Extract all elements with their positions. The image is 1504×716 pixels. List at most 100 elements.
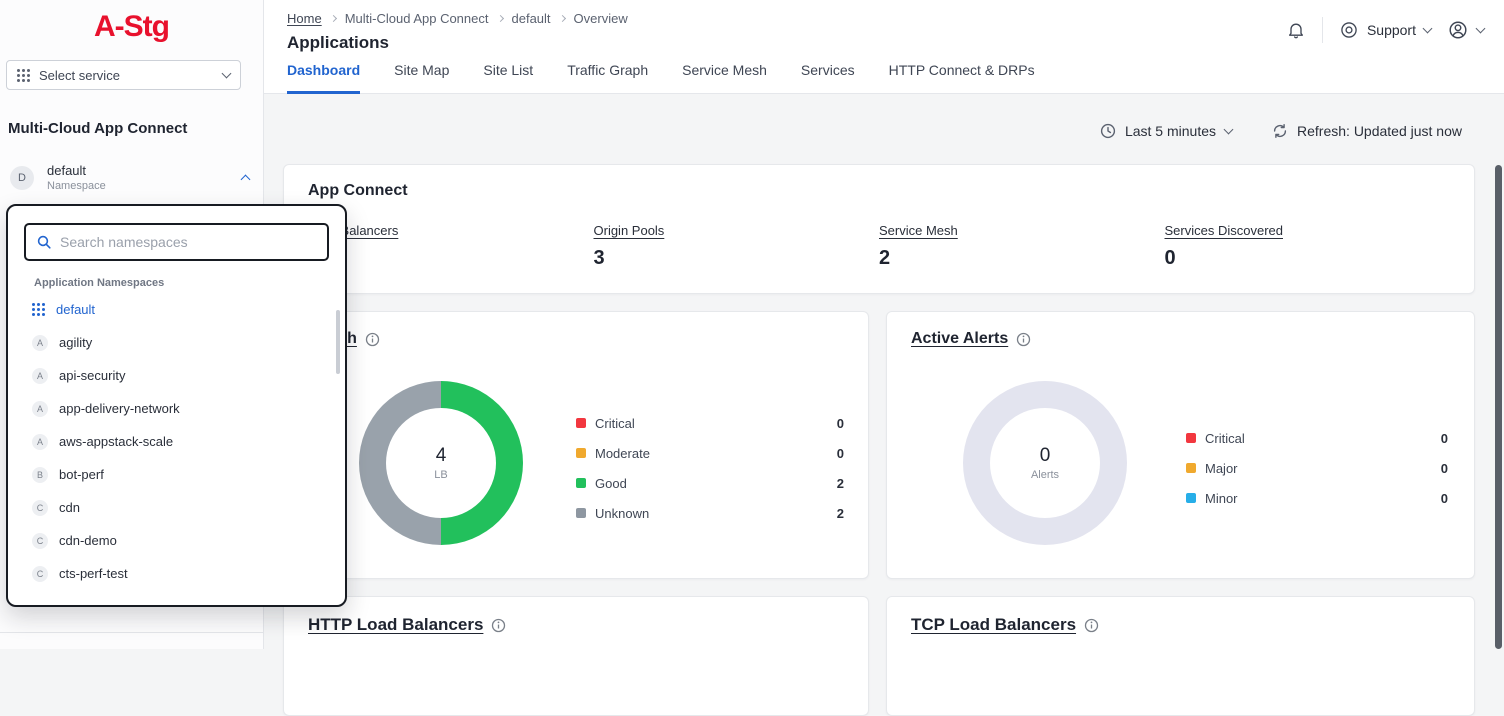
tab-service-mesh[interactable]: Service Mesh xyxy=(682,62,767,94)
breadcrumb-separator-icon xyxy=(496,14,503,21)
chevron-down-icon xyxy=(1476,24,1486,34)
namespace-item-aws-appstack-scale[interactable]: A aws-appstack-scale xyxy=(8,425,345,458)
alerts-legend: Critical 0 Major 0 Minor 0 xyxy=(1186,423,1448,513)
namespace-search-input[interactable] xyxy=(60,234,317,250)
service-selector[interactable]: Select service xyxy=(6,60,241,90)
namespace-item-label: agility xyxy=(59,335,92,350)
chevron-down-icon xyxy=(1224,125,1234,135)
info-icon[interactable] xyxy=(1084,618,1099,633)
health-card: Health 4 LB Critica xyxy=(283,311,869,579)
metric-services-discovered-value: 0 xyxy=(1165,247,1451,270)
major-swatch-icon xyxy=(1186,463,1196,473)
refresh-control[interactable]: Refresh: Updated just now xyxy=(1272,123,1462,139)
namespace-item-avatar: A xyxy=(32,335,48,351)
legend-label: Critical xyxy=(1205,431,1245,446)
time-range-label: Last 5 minutes xyxy=(1125,123,1216,139)
metric-service-mesh-link[interactable]: Service Mesh xyxy=(879,223,958,238)
namespace-search[interactable] xyxy=(24,223,329,261)
http-load-balancers-title[interactable]: HTTP Load Balancers xyxy=(308,615,483,635)
namespace-item-label: cts-perf-test xyxy=(59,566,128,581)
tab-site-map[interactable]: Site Map xyxy=(394,62,449,94)
page-scrollbar[interactable] xyxy=(1495,165,1502,649)
topbar: Home Multi-Cloud App Connect default Ove… xyxy=(264,0,1504,62)
namespace-item-cdn[interactable]: C cdn xyxy=(8,491,345,524)
health-legend: Critical 0 Moderate 0 Good 2 xyxy=(576,408,844,528)
namespace-item-label: api-security xyxy=(59,368,125,383)
breadcrumb-service[interactable]: Multi-Cloud App Connect xyxy=(345,11,489,26)
namespace-item-label: aws-appstack-scale xyxy=(59,434,173,449)
breadcrumb-overview: Overview xyxy=(574,11,628,26)
search-icon xyxy=(36,234,52,250)
health-card-head: Health xyxy=(308,330,844,348)
time-range-selector[interactable]: Last 5 minutes xyxy=(1100,123,1232,139)
topbar-divider xyxy=(1322,17,1323,43)
summary-metrics: Load Balancers 4 Origin Pools 3 Service … xyxy=(308,222,1450,270)
tcp-load-balancers-title[interactable]: TCP Load Balancers xyxy=(911,615,1076,635)
tab-http-connect-drps[interactable]: HTTP Connect & DRPs xyxy=(889,62,1035,94)
legend-value: 2 xyxy=(837,506,844,521)
tcp-load-balancers-card: TCP Load Balancers xyxy=(886,596,1475,716)
account-icon xyxy=(1447,19,1469,41)
namespace-item-bot-perf[interactable]: B bot-perf xyxy=(8,458,345,491)
tab-site-list[interactable]: Site List xyxy=(483,62,533,94)
alerts-donut-value: 0 xyxy=(1040,445,1051,467)
account-menu[interactable] xyxy=(1447,19,1484,41)
alerts-card-head: Active Alerts xyxy=(911,330,1450,348)
metric-origin-pools: Origin Pools 3 xyxy=(594,222,880,270)
tab-services[interactable]: Services xyxy=(801,62,855,94)
bell-icon[interactable] xyxy=(1286,20,1306,40)
support-label: Support xyxy=(1367,22,1416,38)
critical-swatch-icon xyxy=(576,418,586,428)
namespace-item-cdn-demo[interactable]: C cdn-demo xyxy=(8,524,345,557)
namespace-item-avatar: C xyxy=(32,566,48,582)
chevron-down-icon xyxy=(222,69,232,79)
support-menu[interactable]: Support xyxy=(1339,20,1431,40)
alerts-donut-label: Alerts xyxy=(1031,469,1059,481)
legend-value: 0 xyxy=(1441,461,1448,476)
namespace-item-agility[interactable]: A agility xyxy=(8,326,345,359)
metric-services-discovered-link[interactable]: Services Discovered xyxy=(1165,223,1284,238)
info-icon[interactable] xyxy=(365,332,380,347)
dropdown-scrollbar[interactable] xyxy=(336,310,340,374)
product-title: Multi-Cloud App Connect xyxy=(8,120,255,137)
summary-card-title: App Connect xyxy=(308,182,1450,200)
metric-origin-pools-link[interactable]: Origin Pools xyxy=(594,223,665,238)
health-donut-label: LB xyxy=(434,469,447,481)
health-donut-center: 4 LB xyxy=(359,381,523,545)
namespace-item-label: bot-perf xyxy=(59,467,104,482)
tab-traffic-graph[interactable]: Traffic Graph xyxy=(567,62,648,94)
legend-row-moderate: Moderate 0 xyxy=(576,438,844,468)
legend-row-critical: Critical 0 xyxy=(576,408,844,438)
namespace-selector[interactable]: D default Namespace xyxy=(10,163,249,192)
tab-bar: Dashboard Site Map Site List Traffic Gra… xyxy=(264,62,1504,94)
chevron-up-icon xyxy=(241,175,251,185)
namespace-item-avatar: C xyxy=(32,500,48,516)
legend-value: 0 xyxy=(1441,431,1448,446)
legend-row-major: Major 0 xyxy=(1186,453,1448,483)
breadcrumb-home[interactable]: Home xyxy=(287,11,322,26)
info-icon[interactable] xyxy=(491,618,506,633)
app-connect-summary-card: App Connect Load Balancers 4 Origin Pool… xyxy=(283,164,1475,294)
cards-row-charts: Health 4 LB Critica xyxy=(283,311,1475,579)
refresh-icon xyxy=(1272,123,1288,139)
http-load-balancers-card: HTTP Load Balancers xyxy=(283,596,869,716)
info-icon[interactable] xyxy=(1016,332,1031,347)
metric-service-mesh: Service Mesh 2 xyxy=(879,222,1165,270)
namespace-item-default[interactable]: default xyxy=(8,293,345,326)
breadcrumb-separator-icon xyxy=(559,14,566,21)
good-swatch-icon xyxy=(576,478,586,488)
main-area: Home Multi-Cloud App Connect default Ove… xyxy=(264,0,1504,649)
breadcrumb-namespace[interactable]: default xyxy=(512,11,551,26)
active-alerts-title[interactable]: Active Alerts xyxy=(911,330,1008,348)
namespace-item-app-delivery-network[interactable]: A app-delivery-network xyxy=(8,392,345,425)
namespace-item-label: app-delivery-network xyxy=(59,401,180,416)
support-icon xyxy=(1339,20,1359,40)
tab-dashboard[interactable]: Dashboard xyxy=(287,62,360,94)
grid-icon xyxy=(32,303,45,316)
refresh-status-label: Refresh: Updated just now xyxy=(1297,123,1462,139)
health-donut-value: 4 xyxy=(436,445,447,467)
namespace-name: default xyxy=(47,163,229,178)
namespace-item-api-security[interactable]: A api-security xyxy=(8,359,345,392)
service-selector-label: Select service xyxy=(39,68,214,83)
namespace-item-cts-perf-test[interactable]: C cts-perf-test xyxy=(8,557,345,590)
